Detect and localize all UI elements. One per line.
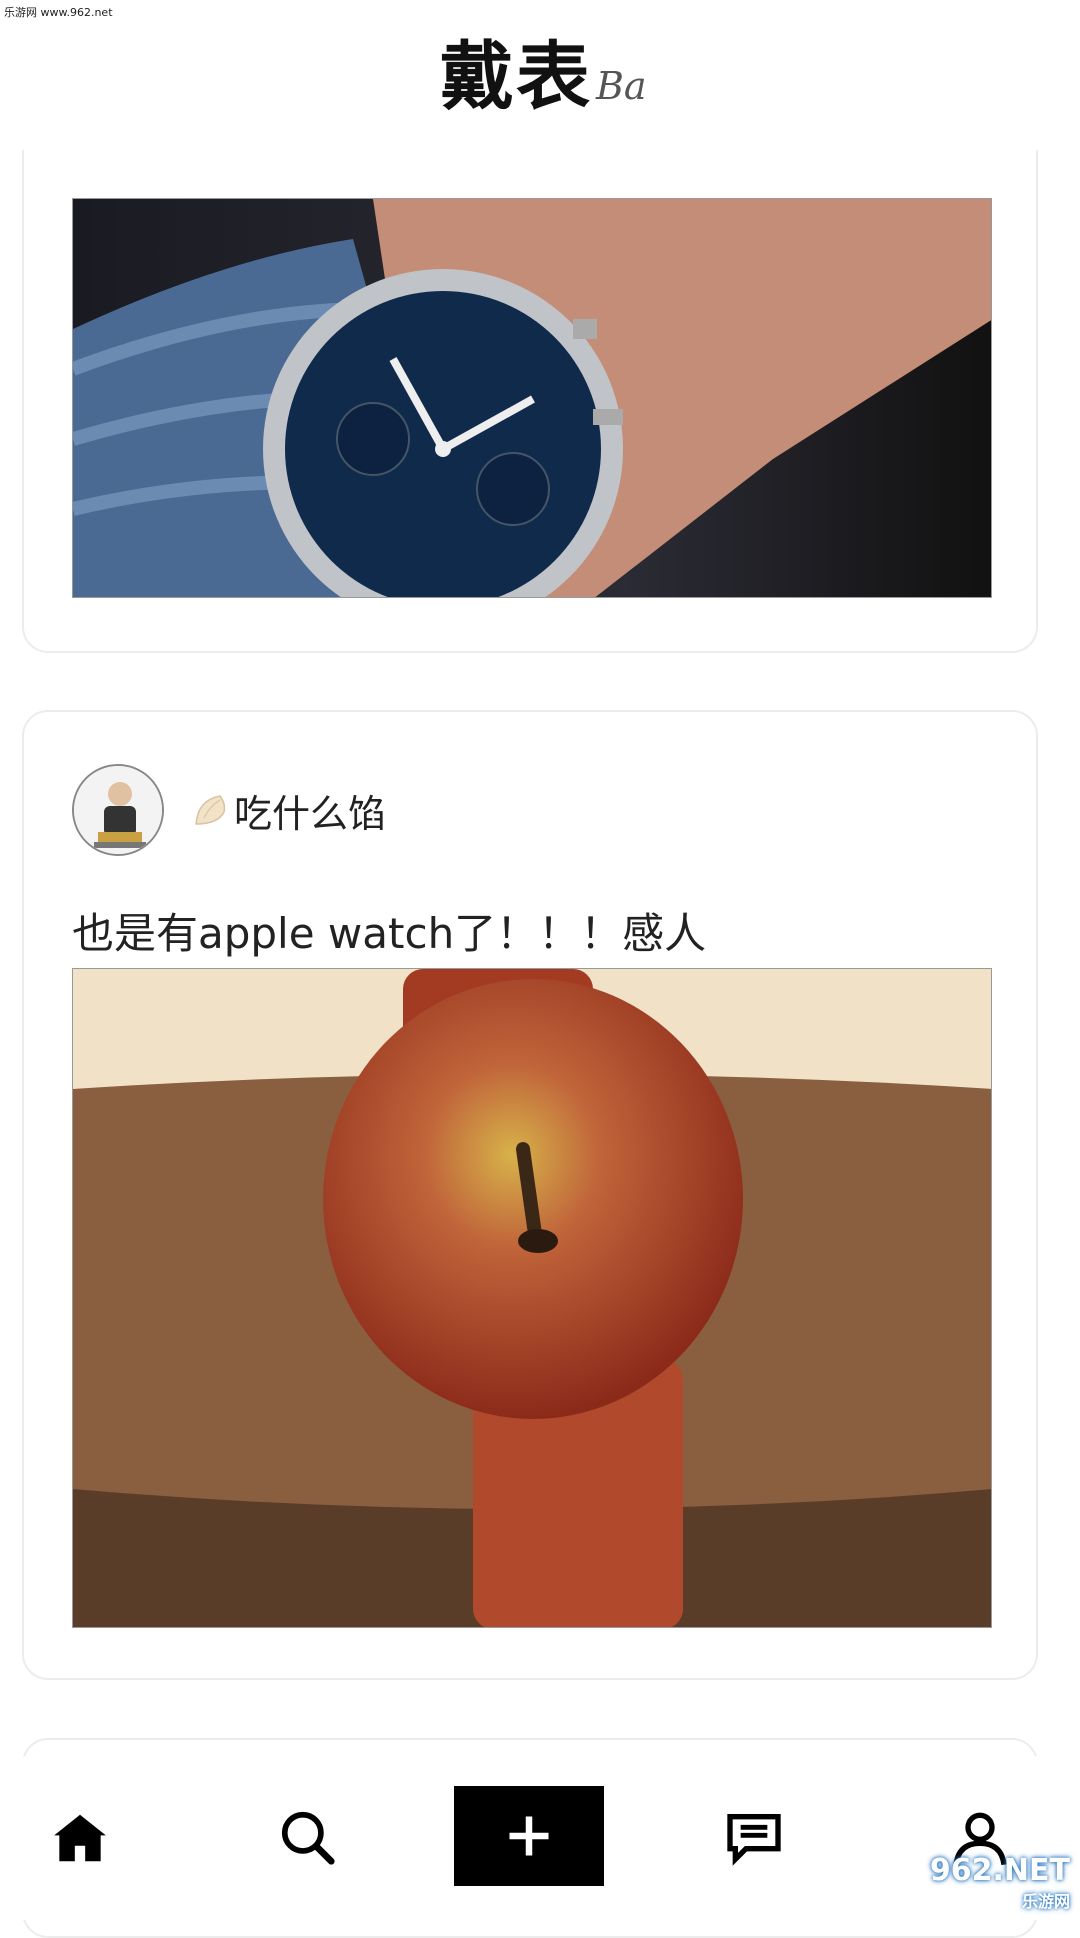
brand-logo: 戴表 Ba: [440, 40, 647, 114]
bottom-nav: 962.NET 乐游网: [0, 1756, 1080, 1920]
post-card[interactable]: [22, 150, 1038, 653]
post-text: 也是有apple watch了！！！感人: [72, 909, 707, 958]
plus-icon: [509, 1816, 549, 1856]
post-card[interactable]: 吃什么馅 也是有apple watch了！！！感人: [22, 710, 1038, 1680]
avatar[interactable]: [72, 764, 164, 856]
dumpling-icon: [195, 795, 226, 825]
tab-home[interactable]: [30, 1756, 130, 1920]
home-icon: [54, 1814, 106, 1862]
message-icon: [727, 1814, 781, 1866]
post-image[interactable]: [72, 198, 992, 598]
watermark-bottom: 962.NET 乐游网: [929, 1853, 1070, 1911]
brand-script: Ba: [596, 64, 647, 108]
post-image[interactable]: [72, 968, 992, 1628]
add-post-button[interactable]: [454, 1786, 604, 1886]
search-icon: [281, 1811, 335, 1865]
author-name: 吃什么馅: [234, 791, 387, 836]
tab-messages[interactable]: [704, 1756, 804, 1920]
tab-search[interactable]: [258, 1756, 358, 1920]
brand-title: 戴表: [440, 34, 592, 120]
post-author[interactable]: 吃什么馅: [72, 764, 386, 856]
